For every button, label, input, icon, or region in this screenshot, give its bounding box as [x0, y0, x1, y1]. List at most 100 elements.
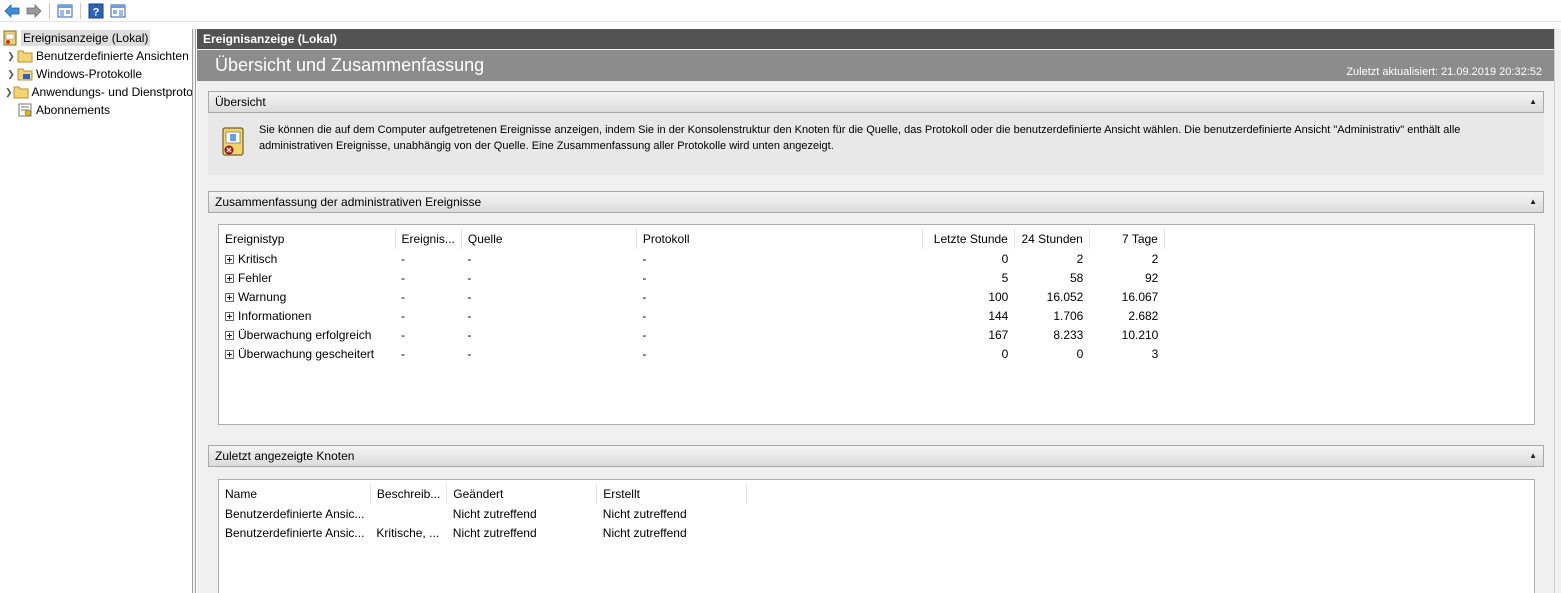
event-id: -: [401, 327, 405, 342]
column-header[interactable]: 7 Tage: [1089, 229, 1165, 249]
chevron-right-icon[interactable]: ❯: [5, 47, 17, 65]
last-7d-count: 92: [1145, 270, 1159, 285]
last-hour-count: 0: [1001, 251, 1009, 266]
recent-nodes-table: Name Beschreib... Geändert Erstellt Benu…: [219, 484, 748, 542]
tree-item-app-service-logs[interactable]: ❯ Anwendungs- und Dienstprotokolle: [0, 83, 192, 101]
expand-icon[interactable]: [225, 273, 234, 283]
event-source: -: [467, 289, 472, 304]
column-header[interactable]: Protokoll: [636, 229, 923, 249]
expand-icon[interactable]: [225, 254, 234, 264]
forward-icon[interactable]: [24, 1, 44, 21]
column-header[interactable]: Ereignis...: [395, 229, 462, 249]
vertical-scrollbar[interactable]: [1554, 29, 1561, 593]
overview-section-header[interactable]: Übersicht ▲: [208, 91, 1544, 113]
expand-icon[interactable]: [225, 330, 234, 340]
collapse-icon[interactable]: ▲: [1529, 92, 1537, 112]
last-7d-count: 3: [1151, 346, 1159, 361]
event-id: -: [401, 270, 405, 285]
event-source: -: [467, 346, 472, 361]
page-title: Übersicht und Zusammenfassung: [215, 55, 485, 75]
chevron-right-icon[interactable]: ❯: [5, 83, 13, 101]
expand-icon[interactable]: [225, 349, 234, 359]
last-hour-count: 144: [988, 308, 1009, 323]
event-type: Warnung: [238, 289, 287, 304]
toolbar-separator: [80, 2, 81, 19]
column-header[interactable]: Quelle: [461, 229, 637, 249]
console-tree: Ereignisanzeige (Lokal) ❯ Benutzerdefini…: [0, 29, 192, 593]
event-source: -: [467, 308, 472, 323]
column-header[interactable]: 24 Stunden: [1014, 229, 1090, 249]
last-24h-count: 16.052: [1046, 289, 1084, 304]
event-log: -: [642, 270, 647, 285]
event-log: -: [642, 289, 647, 304]
table-row[interactable]: Benutzerdefinierte Ansic... Nicht zutref…: [219, 504, 747, 523]
column-header[interactable]: Letzte Stunde: [922, 229, 1015, 249]
folder-icon: [13, 84, 29, 100]
tree-item-windows-logs[interactable]: ❯ Windows-Protokolle: [0, 65, 192, 83]
column-header[interactable]: Erstellt: [596, 484, 748, 504]
event-id: -: [401, 251, 405, 266]
section-title: Übersicht: [215, 95, 266, 109]
event-type: Kritisch: [238, 251, 278, 266]
summary-table: Ereignistyp Ereignis... Quelle Protokoll…: [219, 229, 1165, 363]
last-24h-count: 8.233: [1053, 327, 1084, 342]
event-log: -: [642, 327, 647, 342]
recent-nodes-section-header[interactable]: Zuletzt angezeigte Knoten ▲: [208, 445, 1544, 467]
event-id: -: [401, 289, 405, 304]
last-hour-count: 5: [1001, 270, 1009, 285]
last-hour-count: 167: [988, 327, 1009, 342]
tree-item-root[interactable]: Ereignisanzeige (Lokal): [0, 29, 192, 47]
last-7d-count: 2: [1151, 251, 1159, 266]
column-header[interactable]: Name: [219, 484, 371, 504]
main-header: Ereignisanzeige (Lokal): [197, 29, 1554, 49]
node-description: Kritische, ...: [376, 525, 440, 540]
folder-icon: [17, 48, 33, 64]
tree-item-custom-views[interactable]: ❯ Benutzerdefinierte Ansichten: [0, 47, 192, 65]
column-header[interactable]: Geändert: [446, 484, 598, 504]
help-icon[interactable]: ?: [86, 1, 106, 21]
chevron-right-icon[interactable]: ❯: [5, 65, 17, 83]
overview-section: Übersicht ▲ Sie können die auf dem Compu…: [208, 91, 1544, 175]
event-id: -: [401, 308, 405, 323]
expand-icon[interactable]: [225, 292, 234, 302]
expand-icon[interactable]: [225, 311, 234, 321]
table-row[interactable]: Warnung - - - 100 16.052 16.067: [219, 287, 1164, 306]
tree-item-subscriptions[interactable]: Abonnements: [0, 101, 192, 119]
last-24h-count: 58: [1070, 270, 1084, 285]
event-source: -: [467, 327, 472, 342]
node-name: Benutzerdefinierte Ansic...: [225, 506, 365, 521]
overview-text: Sie können die auf dem Computer aufgetre…: [259, 124, 1461, 152]
back-icon[interactable]: [2, 1, 22, 21]
event-type: Überwachung erfolgreich: [238, 327, 372, 342]
subscriptions-icon: [17, 102, 33, 118]
table-row[interactable]: Benutzerdefinierte Ansic... Kritische, .…: [219, 523, 747, 542]
table-row[interactable]: Informationen - - - 144 1.706 2.682: [219, 306, 1164, 325]
table-header-row: Ereignistyp Ereignis... Quelle Protokoll…: [219, 229, 1165, 249]
event-log: -: [642, 251, 647, 266]
table-row[interactable]: Überwachung erfolgreich - - - 167 8.233 …: [219, 325, 1164, 344]
last-hour-count: 100: [988, 289, 1009, 304]
show-hide-action-pane-icon[interactable]: [108, 1, 128, 21]
event-type: Fehler: [238, 270, 273, 285]
event-viewer-icon: [2, 30, 18, 46]
collapse-icon[interactable]: ▲: [1529, 192, 1537, 212]
collapse-icon[interactable]: ▲: [1529, 446, 1537, 466]
event-type: Überwachung gescheitert: [238, 346, 375, 361]
table-row[interactable]: Überwachung gescheitert - - - 0 0 3: [219, 344, 1164, 363]
summary-section: Zusammenfassung der administrativen Erei…: [208, 191, 1544, 213]
column-header[interactable]: Ereignistyp: [219, 229, 396, 249]
tree-item-label: Ereignisanzeige (Lokal): [21, 30, 151, 46]
tree-item-label: Benutzerdefinierte Ansichten: [36, 49, 189, 63]
table-row[interactable]: Fehler - - - 5 58 92: [219, 268, 1164, 287]
column-header[interactable]: Beschreib...: [370, 484, 448, 504]
event-source: -: [467, 251, 472, 266]
table-row[interactable]: Kritisch - - - 0 2 2: [219, 249, 1164, 268]
section-title: Zusammenfassung der administrativen Erei…: [215, 195, 482, 209]
show-hide-console-tree-icon[interactable]: [55, 1, 75, 21]
summary-section-header[interactable]: Zusammenfassung der administrativen Erei…: [208, 191, 1544, 213]
node-description: [370, 504, 446, 523]
last-hour-count: 0: [1001, 346, 1009, 361]
pane-splitter[interactable]: [192, 29, 196, 593]
last-7d-count: 2.682: [1128, 308, 1159, 323]
node-created: Nicht zutreffend: [602, 506, 687, 521]
